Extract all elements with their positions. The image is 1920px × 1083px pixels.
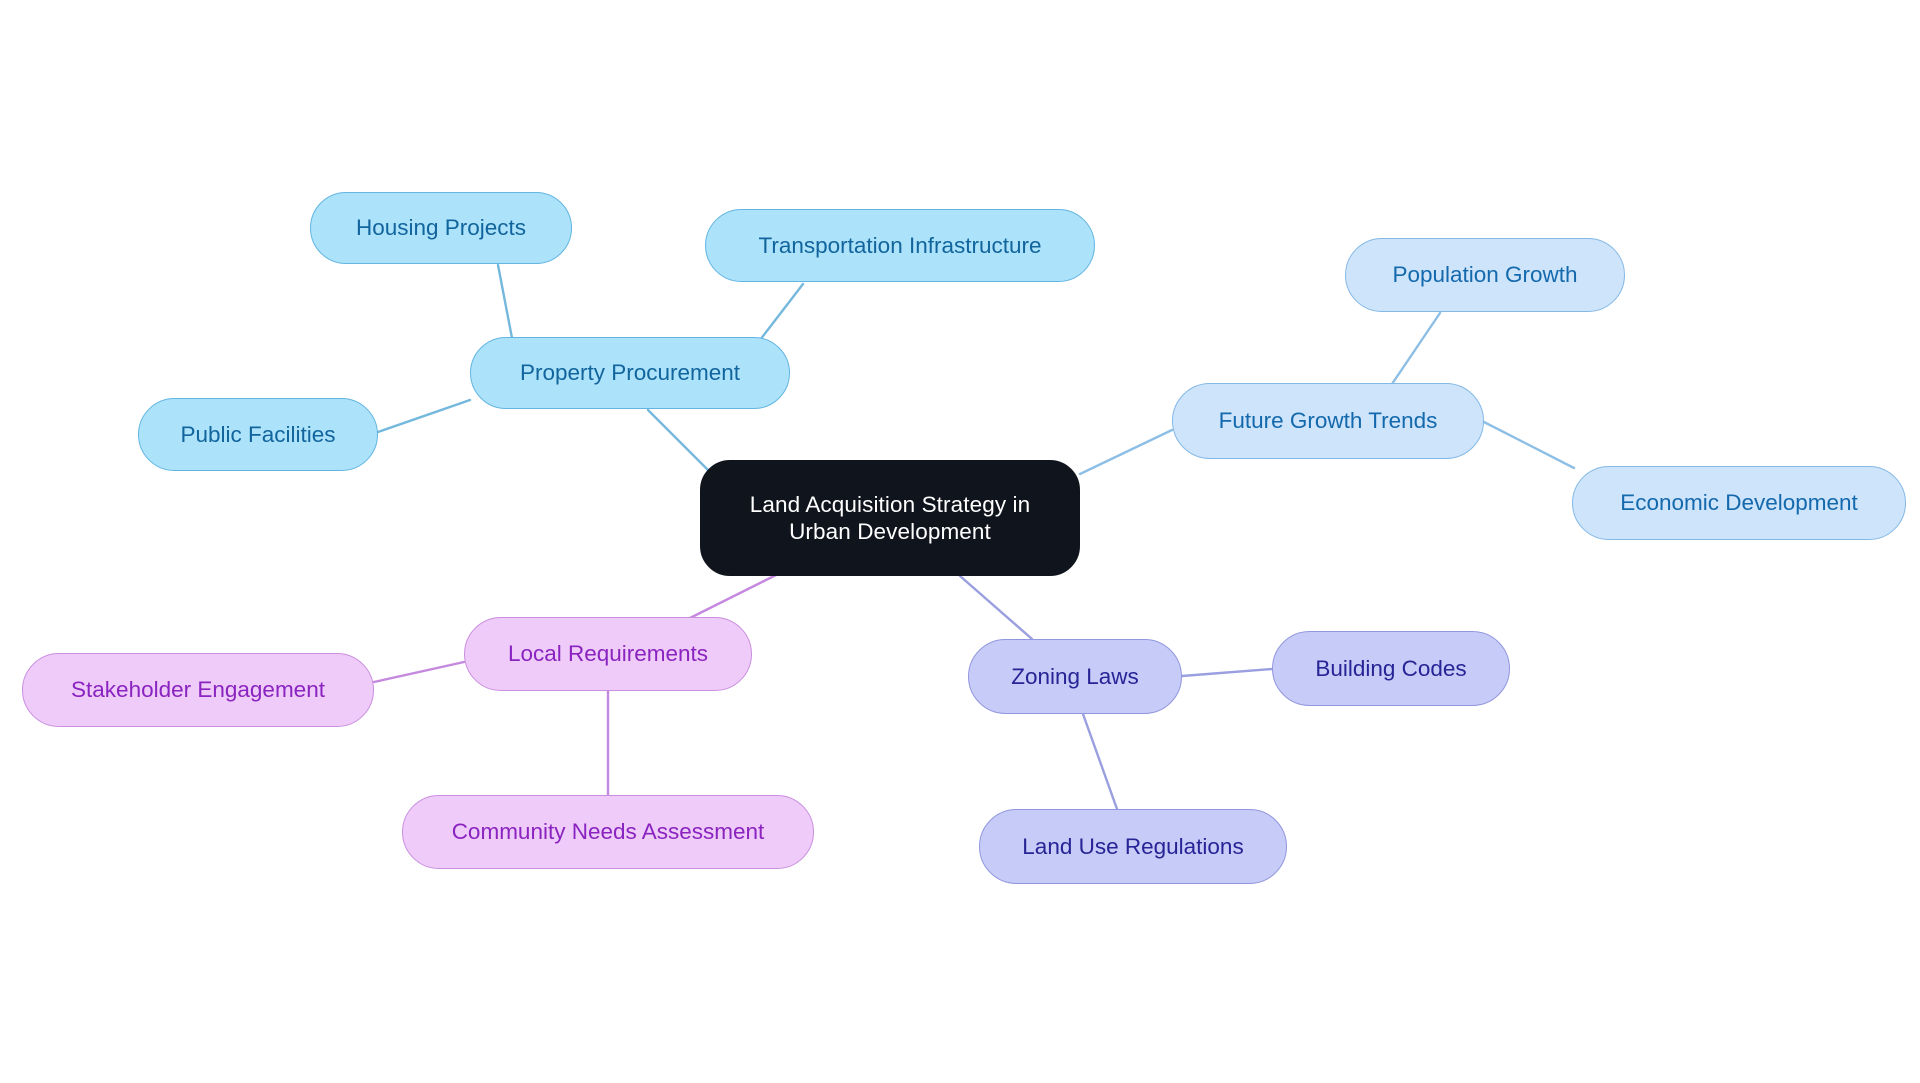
edge-root-local [688,572,780,620]
node-label: Stakeholder Engagement [71,677,325,703]
edge-future-economic [1482,420,1576,470]
leaf-node-stakeholder-engagement[interactable]: Stakeholder Engagement [22,653,374,727]
branch-node-local-requirements[interactable]: Local Requirements [464,617,752,691]
node-label: Land Acquisition Strategy in Urban Devel… [749,491,1031,544]
node-label: Community Needs Assessment [451,819,765,845]
branch-node-future-growth-trends[interactable]: Future Growth Trends [1172,383,1484,459]
node-label: Transportation Infrastructure [758,232,1042,258]
edge-root-future [1078,428,1174,476]
branch-node-zoning-laws[interactable]: Zoning Laws [968,639,1182,714]
edge-zoning-landuse [1081,712,1119,811]
leaf-node-transportation-infrastructure[interactable]: Transportation Infrastructure [705,209,1095,282]
edge-root-property [646,408,718,480]
node-label: Land Use Regulations [1022,833,1244,859]
node-label: Zoning Laws [1011,663,1139,689]
edge-local-stakeholder [372,660,466,684]
edge-property-public [376,398,472,434]
node-label: Housing Projects [355,215,527,241]
leaf-node-land-use-regulations[interactable]: Land Use Regulations [979,809,1287,884]
leaf-node-population-growth[interactable]: Population Growth [1345,238,1625,312]
node-label: Local Requirements [507,641,709,667]
node-label: Public Facilities [180,421,336,447]
node-label: Building Codes [1315,655,1467,681]
root-node-root[interactable]: Land Acquisition Strategy in Urban Devel… [700,460,1080,576]
node-label: Economic Development [1620,490,1858,516]
node-label: Property Procurement [519,360,741,386]
node-label: Population Growth [1392,262,1578,288]
leaf-node-economic-development[interactable]: Economic Development [1572,466,1906,540]
mindmap-canvas: Land Acquisition Strategy in Urban Devel… [0,0,1920,1083]
leaf-node-public-facilities[interactable]: Public Facilities [138,398,378,471]
edge-future-population [1390,311,1442,386]
leaf-node-building-codes[interactable]: Building Codes [1272,631,1510,706]
edge-root-zoning [958,574,1034,641]
edge-property-housing [496,263,514,340]
leaf-node-housing-projects[interactable]: Housing Projects [310,192,572,264]
node-label: Future Growth Trends [1218,408,1438,434]
branch-node-property-procurement[interactable]: Property Procurement [470,337,790,409]
leaf-node-community-needs-assessment[interactable]: Community Needs Assessment [402,795,814,869]
edge-zoning-building [1180,667,1274,678]
edge-property-transportation [758,282,805,342]
